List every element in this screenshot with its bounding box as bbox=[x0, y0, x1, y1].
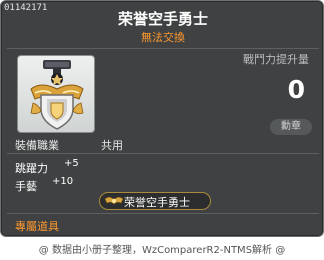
trade-status: 無法交換 bbox=[141, 31, 185, 44]
divider bbox=[7, 48, 319, 49]
exclusive-label: 專屬道具 bbox=[15, 220, 59, 233]
job-label: 裝備職業 bbox=[15, 139, 59, 152]
job-value: 共用 bbox=[101, 139, 123, 152]
medal-tag: 荣誉空手勇士 bbox=[99, 192, 211, 210]
bonus-label: 手藝 bbox=[15, 180, 37, 193]
bonus-value: +10 bbox=[52, 176, 74, 187]
divider bbox=[7, 153, 319, 154]
bonus-row: 跳躍力 +5 bbox=[15, 157, 79, 176]
bonus-row: 手藝 +10 bbox=[15, 175, 73, 194]
wing-medal-icon bbox=[104, 196, 124, 205]
stat-label: 戰鬥力提升量 bbox=[243, 53, 309, 66]
item-name: 荣誉空手勇士 bbox=[117, 10, 208, 28]
divider bbox=[7, 213, 319, 214]
bonus-value: +5 bbox=[64, 158, 79, 169]
footer-credit: @ 数据由小册子整理，WzComparerR2-NTMS解析 @ bbox=[38, 245, 286, 256]
stat-value: 0 bbox=[287, 75, 305, 104]
item-icon-frame bbox=[17, 55, 95, 133]
item-tooltip: 01142171 荣誉空手勇士 無法交換 戰鬥力提升量 0 勳章 裝備職業 共用… bbox=[0, 0, 324, 237]
medal-button[interactable]: 勳章 bbox=[270, 119, 312, 135]
medal-icon bbox=[30, 60, 84, 130]
medal-tag-text: 荣誉空手勇士 bbox=[124, 196, 190, 209]
bonus-label: 跳躍力 bbox=[15, 162, 48, 175]
